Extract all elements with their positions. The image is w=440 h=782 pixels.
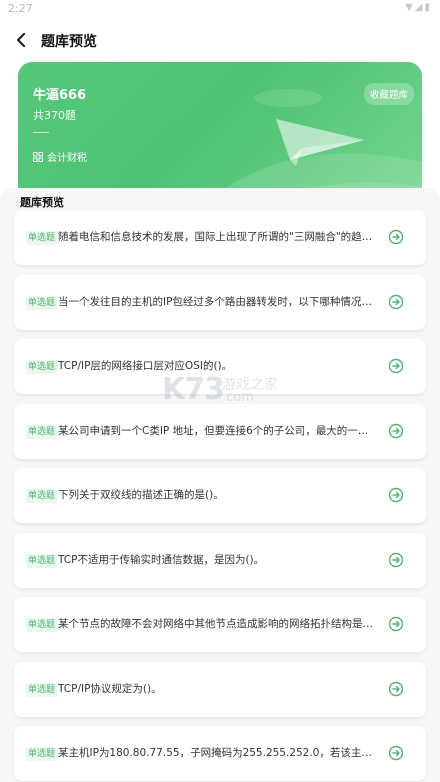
question-text: TCP/IP层的网络接口层对应OSI的()。 bbox=[58, 360, 233, 372]
question-type-tag: 单选题 bbox=[26, 682, 58, 697]
arrow-right-circle-icon[interactable] bbox=[388, 616, 404, 632]
arrow-right-circle-icon[interactable] bbox=[388, 423, 404, 439]
question-type-tag: 单选题 bbox=[26, 747, 58, 761]
question-text: TCP/IP协议规定为()。 bbox=[58, 682, 162, 695]
section-title: 题库预览 bbox=[20, 196, 64, 209]
category-label: 会计财税 bbox=[47, 153, 87, 164]
system-icons: ▼◢▮ bbox=[405, 2, 432, 13]
question-type-tag: 单选题 bbox=[26, 424, 58, 439]
arrow-right-circle-icon[interactable] bbox=[388, 745, 404, 761]
question-type-tag: 单选题 bbox=[26, 489, 58, 503]
page-title: 题库预览 bbox=[41, 34, 97, 50]
arrow-right-circle-icon[interactable] bbox=[388, 487, 404, 503]
question-sheet: 题库预览 单选题 随着电信和信息技术的发展，国际上出现了所谓的"三网融合"的趋势… bbox=[0, 188, 440, 782]
arrow-right-circle-icon[interactable] bbox=[388, 552, 404, 568]
question-item[interactable]: 单选题 某公司申请到一个C类IP 地址，但要连接6个的子公司，最大的一个子公司有… bbox=[14, 403, 426, 459]
question-list: 单选题 随着电信和信息技术的发展，国际上出现了所谓的"三网融合"的趋势，下列不属… bbox=[14, 210, 426, 782]
collect-bank-button[interactable]: 收藏题库 bbox=[363, 83, 414, 105]
question-text: 随着电信和信息技术的发展，国际上出现了所谓的"三网融合"的趋势，下列不属于三网的… bbox=[58, 231, 376, 243]
question-text: 某个节点的故障不会对网络中其他节点造成影响的网络拓扑结构是()。 bbox=[58, 618, 376, 630]
question-text: 某主机IP为180.80.77.55，子网掩码为255.255.252.0，若该… bbox=[58, 747, 376, 759]
arrow-right-circle-icon[interactable] bbox=[388, 681, 404, 697]
question-item[interactable]: 单选题 某个节点的故障不会对网络中其他节点造成影响的网络拓扑结构是()。 bbox=[14, 597, 426, 652]
question-item[interactable]: 单选题 某主机IP为180.80.77.55，子网掩码为255.255.252.… bbox=[14, 726, 426, 781]
question-item[interactable]: 单选题 当一个发往目的主机的IP包经过多个路由器转发时，以下哪种情况正确地描述了… bbox=[14, 274, 426, 330]
chevron-left-icon bbox=[17, 33, 25, 47]
bank-category: 会计财税 bbox=[33, 149, 87, 164]
question-text: 当一个发往目的主机的IP包经过多个路由器转发时，以下哪种情况正确地描述了包内IP… bbox=[58, 295, 376, 308]
question-type-tag: 单选题 bbox=[26, 295, 58, 310]
status-time: 2:27 bbox=[8, 2, 33, 15]
question-count: 共370题 bbox=[33, 109, 76, 122]
top-bar: 题库预览 bbox=[0, 22, 440, 58]
bank-name: 牛逼666 bbox=[33, 88, 87, 103]
question-type-tag: 单选题 bbox=[26, 618, 58, 632]
question-type-tag: 单选题 bbox=[26, 553, 58, 568]
question-text: 下列关于双绞线的描述正确的是()。 bbox=[58, 489, 224, 501]
question-type-tag: 单选题 bbox=[26, 231, 58, 245]
question-type-tag: 单选题 bbox=[26, 360, 58, 374]
question-text: TCP不适用于传输实时通信数据，是因为()。 bbox=[58, 553, 265, 566]
arrow-right-circle-icon[interactable] bbox=[388, 358, 404, 374]
arrow-right-circle-icon[interactable] bbox=[388, 294, 404, 310]
arrow-right-circle-icon[interactable] bbox=[388, 229, 404, 245]
question-item[interactable]: 单选题 下列关于双绞线的描述正确的是()。 bbox=[14, 468, 426, 523]
question-item[interactable]: 单选题 TCP/IP协议规定为()。 bbox=[14, 661, 426, 717]
divider bbox=[33, 132, 49, 133]
status-bar: 2:27 ▼◢▮ bbox=[0, 0, 440, 22]
question-item[interactable]: 单选题 TCP/IP层的网络接口层对应OSI的()。 bbox=[14, 339, 426, 394]
question-text: 某公司申请到一个C类IP 地址，但要连接6个的子公司，最大的一个子公司有26台计… bbox=[58, 424, 376, 437]
question-item[interactable]: 单选题 TCP不适用于传输实时通信数据，是因为()。 bbox=[14, 532, 426, 588]
grid-icon bbox=[33, 151, 43, 162]
question-item[interactable]: 单选题 随着电信和信息技术的发展，国际上出现了所谓的"三网融合"的趋势，下列不属… bbox=[14, 210, 426, 265]
back-button[interactable] bbox=[6, 24, 38, 56]
